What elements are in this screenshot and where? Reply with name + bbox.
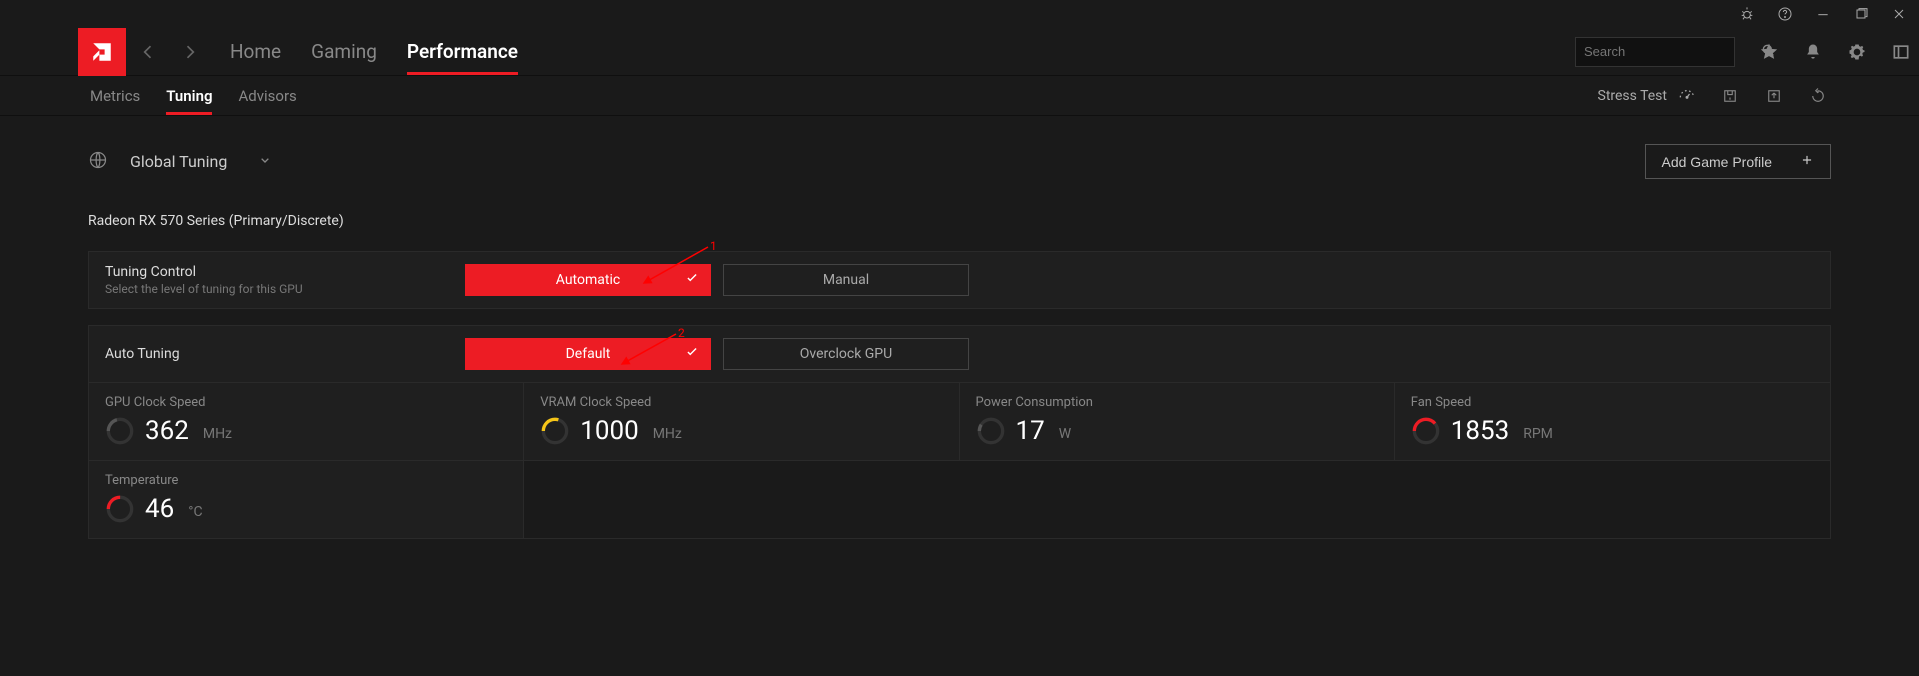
auto-tuning-panel: Auto Tuning Default Overclock GPU GPU Cl… [88,325,1831,539]
global-tuning-label[interactable]: Global Tuning [130,152,227,171]
overclock-gpu-button[interactable]: Overclock GPU [723,338,969,370]
metric-fan-speed: Fan Speed 1853 RPM [1395,383,1830,460]
metric-label: GPU Clock Speed [105,395,507,410]
nav-back-icon[interactable] [136,40,160,64]
stress-test-button[interactable]: Stress Test [1598,84,1698,108]
check-icon [685,345,699,363]
tab-gaming[interactable]: Gaming [311,30,377,73]
add-game-profile-label: Add Game Profile [1662,154,1773,170]
tab-home[interactable]: Home [230,30,281,73]
search-box[interactable] [1575,37,1735,67]
metric-value: 46 [145,494,174,524]
metric-label: Temperature [105,473,507,488]
gear-icon[interactable] [1847,42,1867,62]
tuning-control-subtitle: Select the level of tuning for this GPU [105,282,465,296]
subtab-advisors[interactable]: Advisors [238,78,296,114]
gauge-icon [105,494,135,524]
metric-vram-clock: VRAM Clock Speed 1000 MHz [524,383,959,460]
plus-icon [1800,153,1814,170]
nav-forward-icon[interactable] [178,40,202,64]
auto-tuning-title: Auto Tuning [105,346,465,362]
manual-label: Manual [823,272,869,288]
stress-test-label: Stress Test [1598,88,1668,104]
content-area: Global Tuning Add Game Profile Radeon RX… [0,116,1919,539]
gauge-icon [1677,84,1697,108]
gauge-icon [1411,416,1441,446]
maximize-icon[interactable] [1849,2,1873,26]
default-label: Default [566,346,611,362]
manual-button[interactable]: Manual [723,264,969,296]
window-titlebar [0,0,1919,28]
tuning-control-title: Tuning Control [105,264,465,280]
metric-power: Power Consumption 17 W [960,383,1395,460]
metric-gpu-clock: GPU Clock Speed 362 MHz [89,383,524,460]
metric-label: Power Consumption [976,395,1378,410]
tuning-control-panel: Tuning Control Select the level of tunin… [88,251,1831,309]
metric-value: 362 [145,416,189,446]
metric-unit: °C [188,504,202,524]
metric-unit: MHz [653,426,682,446]
export-icon[interactable] [1763,85,1785,107]
reset-icon[interactable] [1807,85,1829,107]
metric-label: Fan Speed [1411,395,1814,410]
metric-value: 1853 [1451,416,1509,446]
gauge-icon [976,416,1006,446]
metric-unit: W [1059,426,1071,446]
chevron-down-icon[interactable] [257,152,273,172]
tab-performance[interactable]: Performance [407,30,518,73]
help-icon[interactable] [1773,2,1797,26]
sidebar-toggle-icon[interactable] [1891,42,1911,62]
metrics-grid: GPU Clock Speed 362 MHz VRAM Clock Speed… [89,383,1830,538]
minimize-icon[interactable] [1811,2,1835,26]
top-nav: Home Gaming Performance [0,28,1919,76]
default-button[interactable]: Default [465,338,711,370]
metric-temperature: Temperature 46 °C [89,460,524,538]
global-tuning-row: Global Tuning Add Game Profile [88,144,1831,179]
bell-icon[interactable] [1803,42,1823,62]
automatic-label: Automatic [556,272,620,288]
star-icon[interactable] [1759,42,1779,62]
save-preset-icon[interactable] [1719,85,1741,107]
subtab-tuning[interactable]: Tuning [166,78,212,114]
close-icon[interactable] [1887,2,1911,26]
add-game-profile-button[interactable]: Add Game Profile [1645,144,1832,179]
metric-label: VRAM Clock Speed [540,395,942,410]
check-icon [685,271,699,289]
globe-icon [88,150,108,174]
gpu-name-label: Radeon RX 570 Series (Primary/Discrete) [88,213,1831,229]
gauge-icon [540,416,570,446]
bug-icon[interactable] [1735,2,1759,26]
search-input[interactable] [1584,44,1760,59]
amd-logo[interactable] [78,28,126,76]
gauge-icon [105,416,135,446]
metric-value: 17 [1016,416,1045,446]
overclock-gpu-label: Overclock GPU [800,346,892,362]
subtab-metrics[interactable]: Metrics [90,78,140,114]
metric-unit: RPM [1523,426,1553,446]
metric-empty [524,460,1830,538]
automatic-button[interactable]: Automatic [465,264,711,296]
metric-value: 1000 [580,416,638,446]
performance-subnav: Metrics Tuning Advisors Stress Test [0,76,1919,116]
metric-unit: MHz [203,426,232,446]
